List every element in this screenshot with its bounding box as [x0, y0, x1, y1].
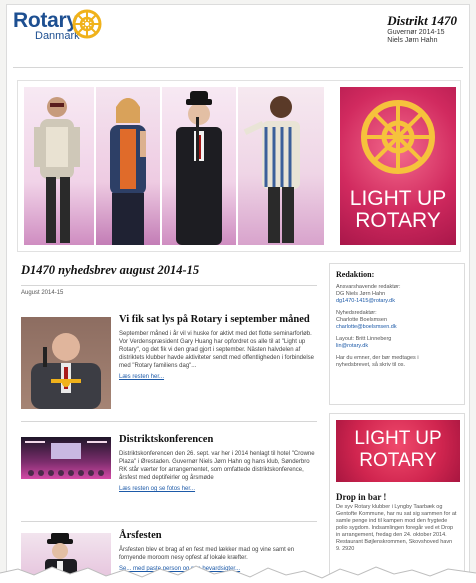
header: Rotary Danmark Distrikt 1470 Guvernør 20… [7, 5, 469, 69]
torn-edge-decoration [0, 565, 476, 583]
rotary-wheel-icon [72, 9, 102, 39]
editorial-box: Redaktion: Ansvarshavende redaktør: DG N… [329, 263, 465, 405]
editorial-line: Nyhedsredaktør: [336, 310, 377, 316]
speaker-african-man-image [243, 96, 300, 243]
article-text: September måned i år vil vi huske for ak… [119, 331, 315, 369]
speaker-woman-image [34, 97, 80, 243]
district-governor-label: Guvernør 2014-15 [387, 29, 445, 36]
editorial-line: Charlotte Boelsmsen [336, 317, 388, 323]
article-image-governor [21, 317, 111, 409]
issue-date: August 2014-15 [21, 290, 64, 296]
district-title: Distrikt 1470 [387, 13, 457, 28]
light-up-rotary-poster: LIGHT UP ROTARY [340, 87, 456, 245]
banner-line-1: LIGHT UP [354, 428, 442, 449]
newsletter-title: D1470 nyhedsbrev august 2014-15 [21, 263, 200, 277]
poster-line-2: ROTARY [355, 209, 441, 232]
rotary-logo[interactable]: Rotary Danmark [13, 9, 80, 42]
poster-wheel-icon [361, 100, 435, 174]
speaker-hat-man-image [176, 91, 222, 245]
editorial-line: Har du emner, der bør medtages i [336, 355, 419, 361]
conference-hall-image [25, 441, 107, 476]
hero-photo-3 [162, 87, 236, 245]
newsletter-page: Rotary Danmark Distrikt 1470 Guvernør 20… [6, 4, 470, 583]
light-up-rotary-banner[interactable]: LIGHT UP ROTARY [336, 420, 460, 482]
article-text: Årsfesten blev et brag af en fest med læ… [119, 547, 295, 561]
editor-email-link[interactable]: dg1470-1415@rotary.dk [330, 298, 464, 305]
article-image-conference [21, 437, 111, 479]
editorial-line: Layout: Britt Linneberg [336, 336, 392, 342]
article-body: Distriktskonferencen Distriktskonference… [119, 433, 319, 492]
article-title[interactable]: Årsfesten [119, 529, 319, 542]
article-text: Distriktskonferencen den 26. sept. var h… [119, 451, 315, 481]
editorial-line: Ansvarshavende redaktør: [336, 284, 401, 290]
article-divider [21, 421, 317, 422]
banner-line-2: ROTARY [359, 450, 437, 471]
main-column: D1470 nyhedsbrev august 2014-15 August 2… [17, 263, 321, 296]
district-governor-name: Niels Jørn Hahn [387, 37, 438, 44]
editorial-line: nyhedsbrevet, så skriv til os. [336, 362, 406, 368]
header-divider [13, 67, 463, 68]
editorial-line: DG Niels Jørn Hahn [336, 291, 386, 297]
district-info: Distrikt 1470 Guvernør 2014-15 Niels Jør… [387, 13, 457, 45]
title-divider [21, 285, 317, 286]
hero-photo-1 [24, 87, 94, 245]
article-title[interactable]: Vi fik sat lys på Rotary i september mån… [119, 313, 319, 326]
article-divider [21, 521, 317, 522]
drop-in-text: De syv Rotary klubber i Lyngby Taarbæk o… [336, 504, 457, 552]
article-body: Vi fik sat lys på Rotary i september mån… [119, 313, 319, 380]
article-title[interactable]: Distriktskonferencen [119, 433, 319, 446]
hero-photo-4 [238, 87, 324, 245]
hero-banner: LIGHT UP ROTARY [17, 80, 461, 252]
poster-line-1: LIGHT UP [349, 187, 447, 210]
drop-in-heading: Drop in bar ! [336, 492, 387, 502]
news-editor-email-link[interactable]: charlotte@boelsmsen.dk [330, 324, 464, 331]
speaker-vest-woman-image [110, 98, 146, 245]
layout-email-link[interactable]: lin@rotary.dk [330, 343, 464, 350]
drop-in-box: LIGHT UP ROTARY Drop in bar ! De syv Rot… [329, 413, 465, 582]
read-more-link[interactable]: Læs resten her... [119, 374, 319, 380]
hero-photo-2 [96, 87, 160, 245]
governor-speaking-image [31, 333, 101, 409]
editorial-heading: Redaktion: [336, 270, 375, 279]
read-more-link[interactable]: Læs resten og se fotos her... [119, 486, 319, 492]
